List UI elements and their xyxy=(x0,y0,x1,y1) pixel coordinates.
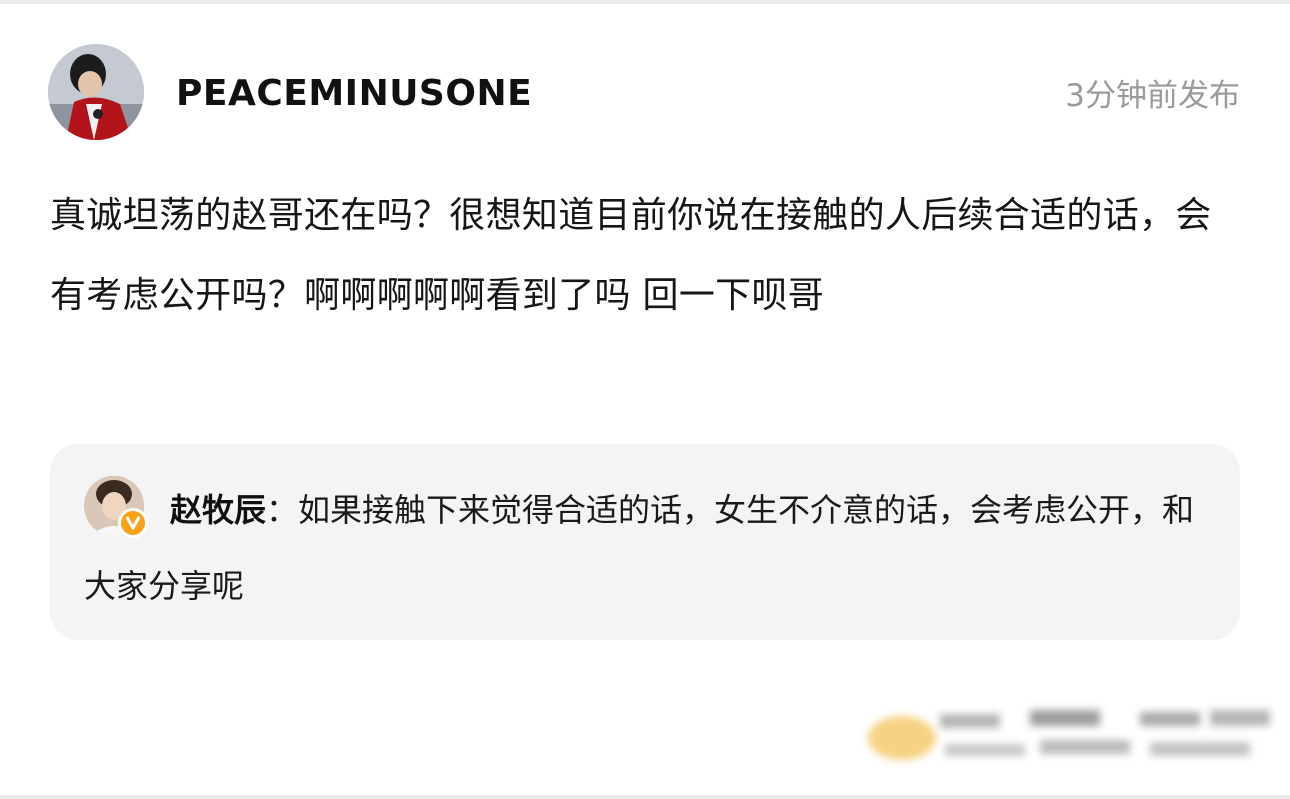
reply-author-name[interactable]: 赵牧辰 xyxy=(170,491,266,529)
reply-text: 赵牧辰：如果接触下来觉得合适的话，女生不介意的话，会考虑公开，和大家分享呢 xyxy=(84,472,1214,624)
reply-separator: ： xyxy=(266,491,299,529)
username[interactable]: PEACEMINUSONE xyxy=(176,70,532,118)
blurred-watermark xyxy=(850,700,1280,776)
comment-card: PEACEMINUSONE 3分钟前发布 真诚坦荡的赵哥还在吗？很想知道目前你说… xyxy=(0,4,1290,795)
user-avatar[interactable] xyxy=(48,44,144,140)
reply-container[interactable]: 赵牧辰：如果接触下来觉得合适的话，女生不介意的话，会考虑公开，和大家分享呢 xyxy=(50,444,1240,640)
post-body-text: 真诚坦荡的赵哥还在吗？很想知道目前你说在接触的人后续合适的话，会有考虑公开吗？啊… xyxy=(50,195,1212,316)
post-timestamp: 3分钟前发布 xyxy=(1065,78,1240,114)
avatar-image xyxy=(48,44,144,140)
